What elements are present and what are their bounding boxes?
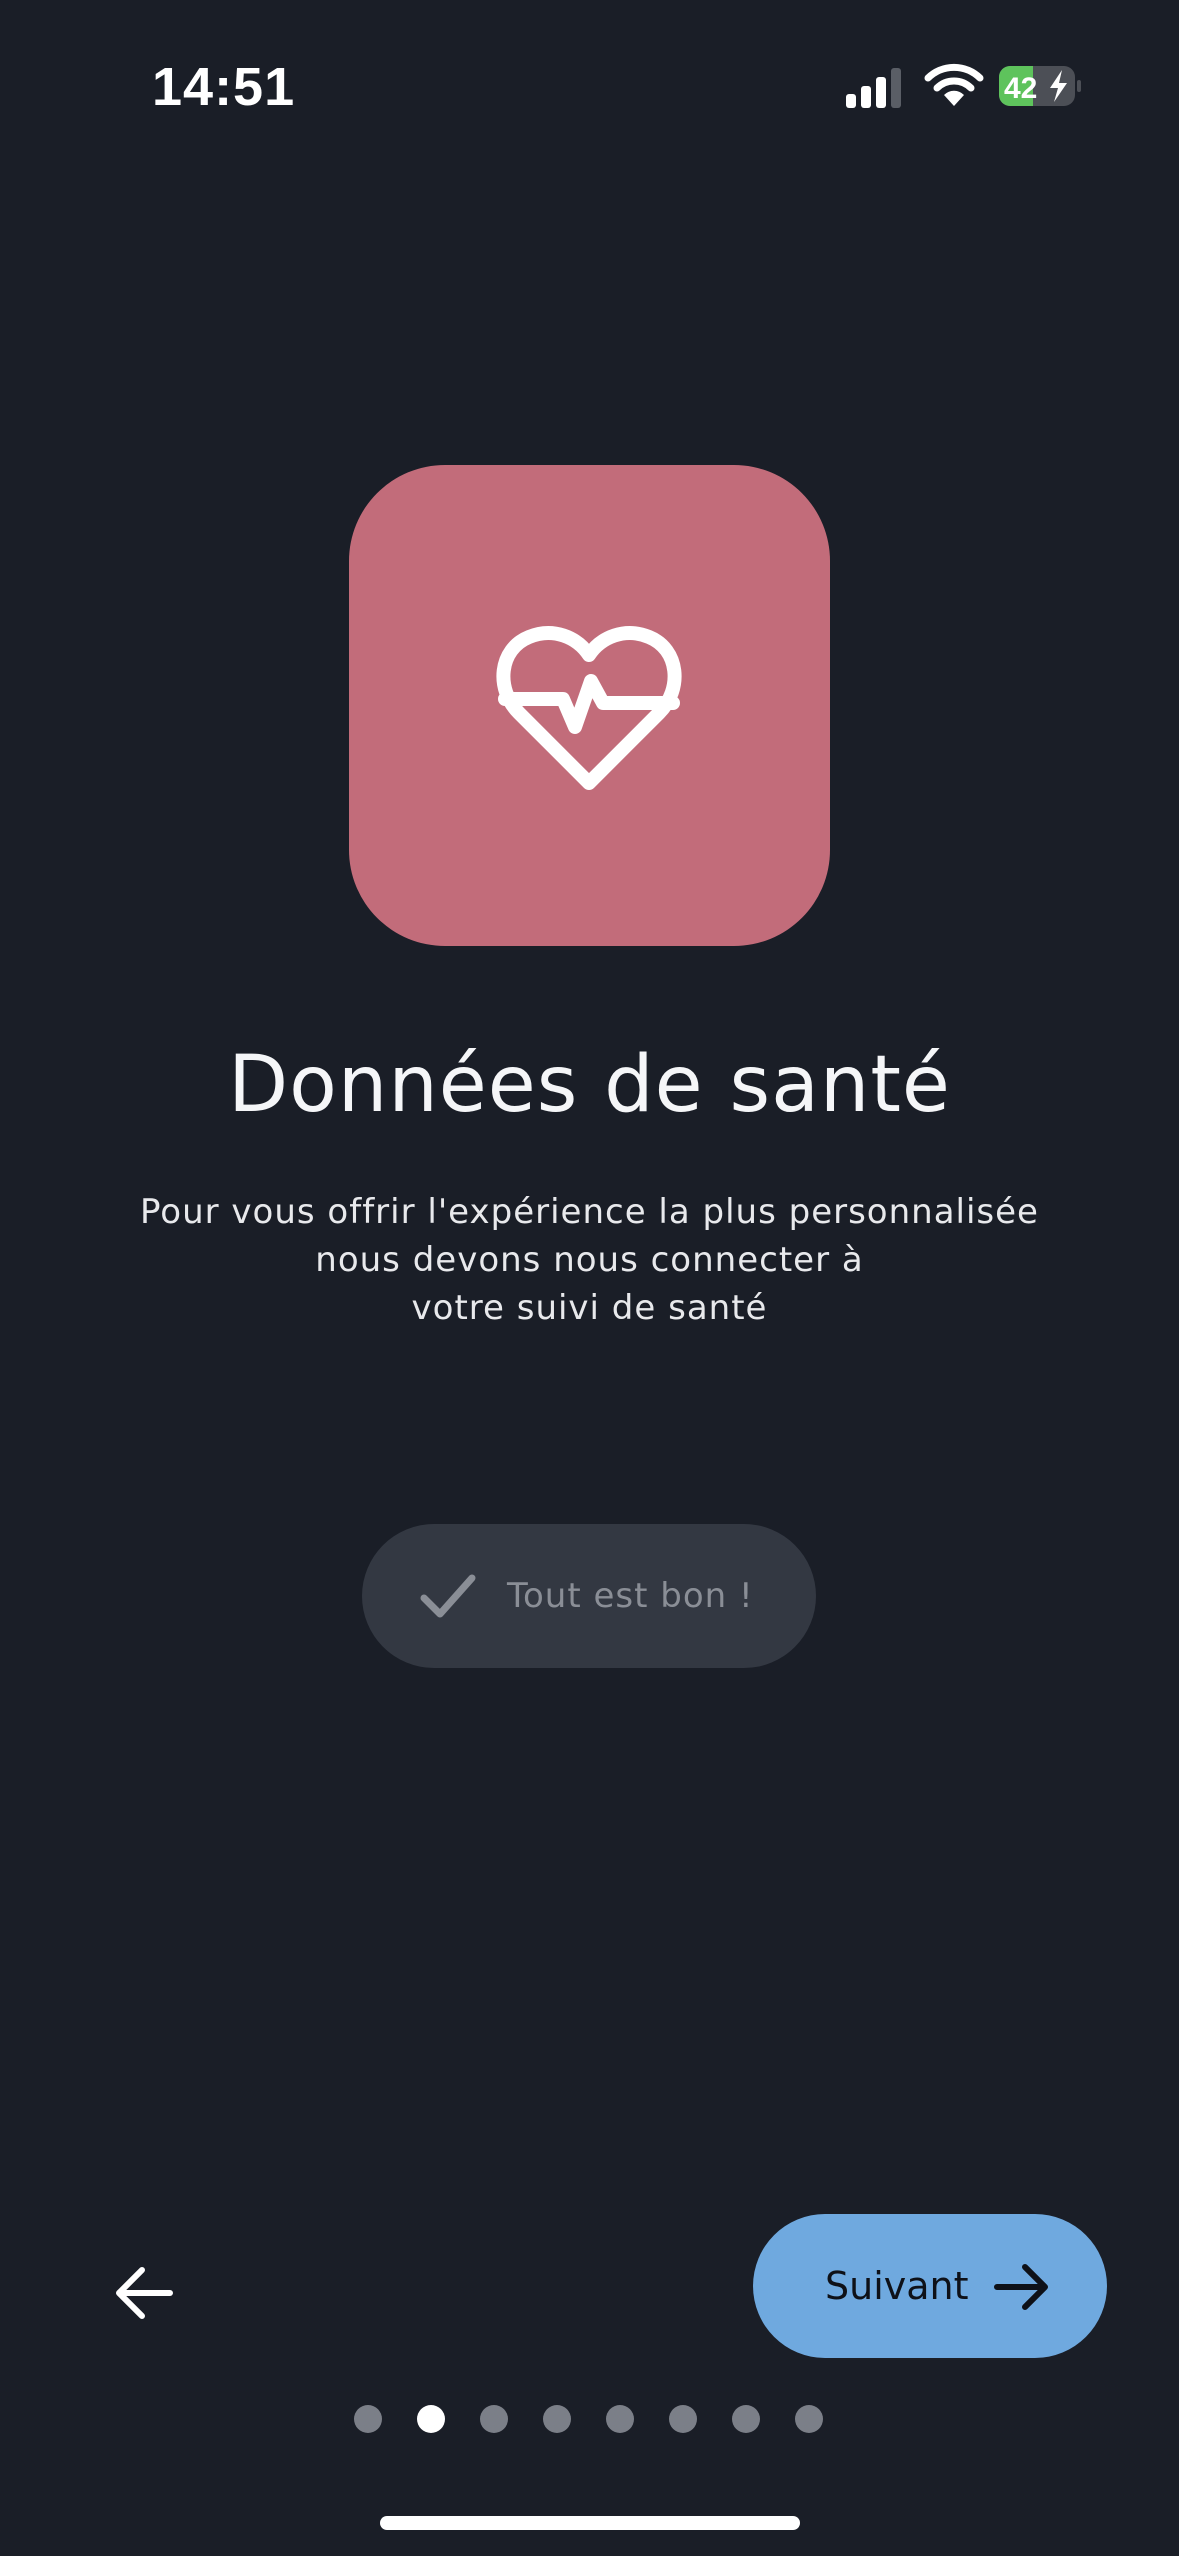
checkmark-icon <box>420 1574 476 1618</box>
status-bar: 14:51 42 <box>0 0 1179 170</box>
page-title: Données de santé <box>228 1040 951 1130</box>
battery-level: 42 <box>1004 72 1037 105</box>
next-button-label: Suivant <box>825 2264 969 2308</box>
back-button[interactable] <box>100 2248 190 2338</box>
wifi-icon <box>924 63 984 106</box>
description-line: Pour vous offrir l'expérience la plus pe… <box>140 1192 1039 1232</box>
page-dot[interactable] <box>543 2405 571 2433</box>
page-dot[interactable] <box>669 2405 697 2433</box>
page-dot[interactable] <box>606 2405 634 2433</box>
arrow-left-icon <box>116 2267 173 2319</box>
connection-status-label: Tout est bon ! <box>507 1576 754 1616</box>
cellular-signal-icon <box>846 68 901 108</box>
health-icon-tile <box>349 465 830 946</box>
connection-status-button[interactable]: Tout est bon ! <box>362 1524 816 1668</box>
page-dot[interactable] <box>480 2405 508 2433</box>
description-line: nous devons nous connecter à <box>315 1240 864 1280</box>
page-description: Pour vous offrir l'expérience la plus pe… <box>100 1188 1079 1332</box>
page-dot[interactable] <box>354 2405 382 2433</box>
heart-pulse-icon <box>496 626 682 790</box>
status-time: 14:51 <box>152 57 296 117</box>
page-dot[interactable] <box>795 2405 823 2433</box>
page-indicator <box>340 2403 840 2435</box>
battery-charging-icon: 42 <box>999 66 1081 106</box>
next-button[interactable]: Suivant <box>753 2214 1107 2358</box>
arrow-right-icon <box>994 2264 1048 2310</box>
description-line: votre suivi de santé <box>411 1288 768 1328</box>
page-dot[interactable] <box>732 2405 760 2433</box>
page-dot-active[interactable] <box>417 2405 445 2433</box>
home-indicator[interactable] <box>380 2516 800 2530</box>
